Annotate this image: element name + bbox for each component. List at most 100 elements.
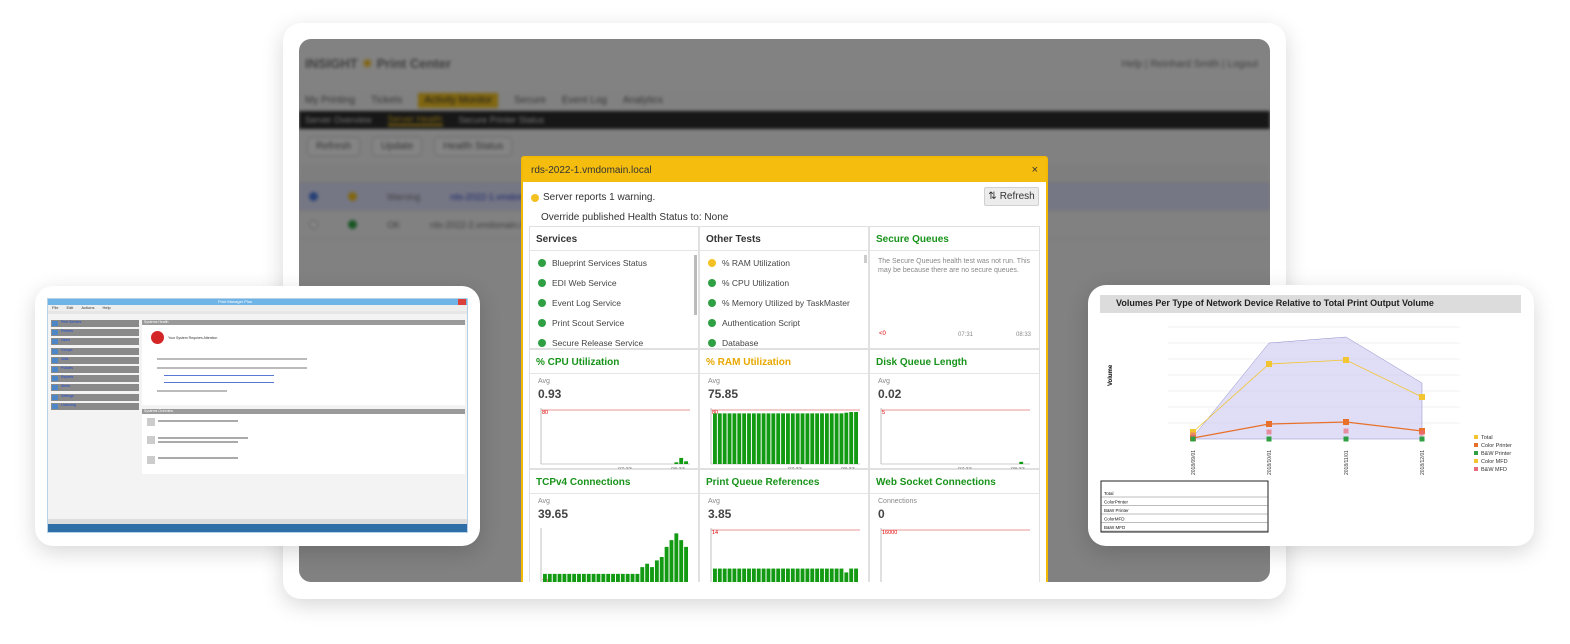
- volume-chart: Volume Total Color Printer B&W Printer Colo…: [1100, 326, 1512, 533]
- data-bar: [586, 573, 591, 582]
- server-health-modal: rds-2022-1.vmdomain.local × Server repor…: [521, 156, 1048, 582]
- data-bar: [849, 568, 854, 582]
- data-bar: [635, 573, 640, 582]
- status-ok-icon: [708, 279, 716, 287]
- test-item[interactable]: Authentication Script: [700, 313, 868, 333]
- table-row-label: B&W Printer: [1104, 508, 1129, 513]
- other-tests-title: Other Tests: [700, 227, 868, 251]
- data-bar: [786, 568, 790, 582]
- data-bar: [761, 413, 766, 464]
- data-bar: [645, 563, 650, 582]
- service-item[interactable]: Event Log Service: [530, 293, 698, 313]
- sidebar-item[interactable]: Settings: [51, 393, 139, 401]
- data-bar: [747, 568, 751, 582]
- service-item[interactable]: Print Scout Service: [530, 313, 698, 333]
- menu-item[interactable]: Actions: [81, 305, 94, 311]
- service-label: Secure Release Service: [552, 338, 644, 348]
- metric-chart: 14: [710, 528, 860, 582]
- data-bar: [727, 568, 732, 582]
- metric-title: Print Queue References: [700, 470, 868, 494]
- data-bar: [810, 568, 815, 582]
- data-bar: [815, 413, 820, 464]
- menu-item[interactable]: File: [52, 305, 58, 311]
- status-ok-icon: [708, 339, 716, 347]
- metric-panel: Disk Queue Length Avg 0.02 507:3308:33: [869, 349, 1040, 470]
- sidebar-item[interactable]: Jobs: [51, 356, 139, 364]
- y-axis-title: Volume: [1108, 364, 1114, 386]
- sidebar-item[interactable]: Licensing: [51, 402, 139, 410]
- sidebar-item[interactable]: Print Servers: [51, 320, 139, 327]
- metric-title: % RAM Utilization: [700, 350, 868, 374]
- data-bar: [581, 573, 586, 582]
- test-item[interactable]: % Memory Utilized by TaskMaster: [700, 293, 868, 313]
- sidebar-item[interactable]: Printers: [51, 329, 139, 337]
- modal-title: rds-2022-1.vmdomain.local: [531, 164, 652, 176]
- metric-chart: 30: [540, 528, 688, 582]
- color-mfd-marker: [1343, 357, 1349, 363]
- service-label: Blueprint Services Status: [552, 258, 647, 268]
- table-row-label: ColorPrinter: [1104, 500, 1129, 505]
- scrollbar[interactable]: [694, 255, 697, 315]
- data-bar: [572, 573, 577, 582]
- metric-value: 75.85: [708, 387, 739, 401]
- data-bar: [547, 573, 552, 582]
- data-bar: [766, 568, 771, 582]
- x-tick-label: 2018/12/01: [1420, 450, 1426, 475]
- status-ok-icon: [708, 319, 716, 327]
- service-item[interactable]: Blueprint Services Status: [530, 253, 698, 273]
- x-axis-label: 07:31: [958, 332, 974, 338]
- window-titlebar: Print Manager Plus: [48, 299, 467, 305]
- data-bar: [669, 540, 674, 582]
- threshold-label: 80: [542, 410, 548, 416]
- close-icon[interactable]: [458, 299, 466, 305]
- sidebar-item[interactable]: Reports: [51, 375, 139, 383]
- menu-item[interactable]: Edit: [66, 305, 73, 311]
- report-card: Volumes Per Type of Network Device Relat…: [1088, 285, 1534, 546]
- data-bar: [839, 413, 844, 464]
- data-bar: [674, 462, 679, 464]
- warning-dot-icon: [531, 193, 539, 202]
- test-item[interactable]: % CPU Utilization: [700, 273, 868, 293]
- test-item[interactable]: % RAM Utilization: [700, 253, 868, 273]
- data-bar: [717, 413, 722, 464]
- sidebar-item[interactable]: Users: [51, 338, 139, 346]
- data-bar: [601, 573, 606, 582]
- metric-value: 0: [878, 507, 885, 521]
- data-bar: [650, 567, 654, 582]
- data-bar: [713, 568, 717, 582]
- legend-swatch: [1474, 459, 1478, 463]
- sidebar-item[interactable]: Alerts: [51, 384, 139, 392]
- metric-title: % CPU Utilization: [530, 350, 698, 374]
- data-bar: [829, 413, 834, 464]
- taskbar: [48, 524, 467, 532]
- data-bar: [616, 573, 620, 582]
- data-bar: [747, 413, 751, 464]
- metric-panel: Web Socket Connections Connections 0 16000: [869, 469, 1040, 582]
- data-bar: [854, 568, 858, 582]
- legend-swatch: [1474, 467, 1478, 471]
- service-label: EDI Web Service: [552, 278, 617, 288]
- bw-mfd-marker: [1266, 429, 1272, 435]
- metric-chart: 16000: [880, 528, 1030, 582]
- data-bar: [771, 568, 776, 582]
- main-panel: Systems Health Your System Requires Atte…: [142, 320, 465, 474]
- data-bar: [834, 413, 839, 464]
- override-status-link[interactable]: Override published Health Status to: Non…: [541, 212, 728, 223]
- scrollbar[interactable]: [864, 255, 867, 263]
- sidebar: Print Servers Printers Users Groups Jobs Poli…: [51, 320, 139, 412]
- service-item[interactable]: EDI Web Service: [530, 273, 698, 293]
- modal-header: rds-2022-1.vmdomain.local ×: [523, 158, 1046, 182]
- data-bar: [659, 557, 664, 582]
- data-bar: [577, 573, 581, 582]
- data-bar: [1019, 461, 1024, 464]
- close-icon[interactable]: ×: [1032, 164, 1038, 176]
- services-title: Services: [530, 227, 698, 251]
- sidebar-item[interactable]: Groups: [51, 347, 139, 355]
- legend-label: Total: [1481, 435, 1493, 441]
- metric-sub-label: Avg: [538, 378, 550, 385]
- sidebar-item[interactable]: Policies: [51, 365, 139, 373]
- data-bar: [805, 413, 810, 464]
- menu-item[interactable]: Help: [102, 305, 110, 311]
- refresh-button[interactable]: ⇅ Refresh: [984, 187, 1039, 206]
- legacy-app-screenshot: Print Manager Plus File Edit Actions Help P…: [47, 298, 468, 533]
